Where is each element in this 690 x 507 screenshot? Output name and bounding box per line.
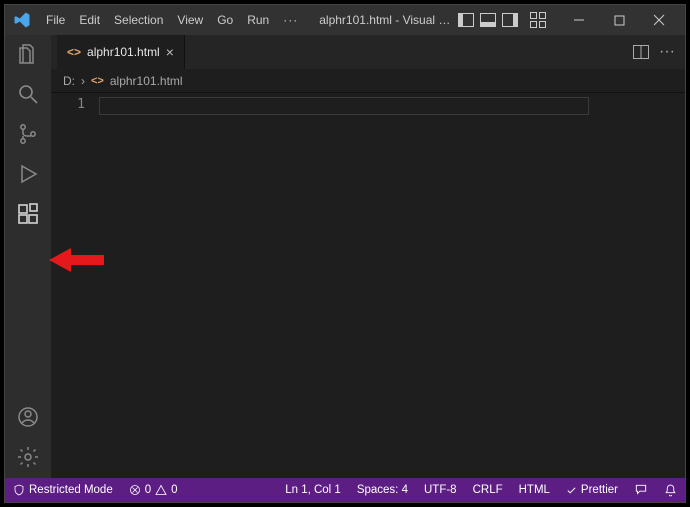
tab-bar: <> alphr101.html × ···	[51, 35, 685, 69]
tab-alphr101[interactable]: <> alphr101.html ×	[57, 35, 185, 69]
menu-file[interactable]: File	[39, 13, 72, 27]
status-feedback-icon[interactable]	[626, 483, 656, 497]
code-content[interactable]	[99, 93, 685, 478]
html-file-icon: <>	[67, 45, 81, 59]
search-icon[interactable]	[15, 81, 41, 107]
menu-edit[interactable]: Edit	[72, 13, 107, 27]
menu-selection[interactable]: Selection	[107, 13, 170, 27]
menu-view[interactable]: View	[170, 13, 210, 27]
close-button[interactable]	[639, 5, 679, 35]
minimize-button[interactable]	[559, 5, 599, 35]
run-debug-icon[interactable]	[15, 161, 41, 187]
tab-actions-more-icon[interactable]: ···	[659, 43, 675, 61]
status-notifications-icon[interactable]	[656, 484, 685, 497]
editor-line-1[interactable]	[99, 97, 589, 115]
line-number-1: 1	[51, 97, 85, 112]
status-eol[interactable]: CRLF	[465, 484, 511, 496]
breadcrumb-filename: alphr101.html	[110, 74, 183, 88]
panel-right-icon[interactable]	[501, 11, 519, 29]
menu-more[interactable]: ···	[276, 13, 305, 27]
window-controls	[559, 5, 679, 35]
code-editor[interactable]: 1	[51, 93, 685, 478]
close-tab-icon[interactable]: ×	[166, 44, 174, 60]
breadcrumb[interactable]: D: › <> alphr101.html	[51, 69, 685, 93]
customize-layout-icon[interactable]	[529, 11, 547, 29]
extensions-icon[interactable]	[15, 201, 41, 227]
tab-label: alphr101.html	[87, 45, 160, 59]
menu-run[interactable]: Run	[240, 13, 276, 27]
window-title: alphr101.html - Visual S…	[305, 13, 457, 27]
title-bar: File Edit Selection View Go Run ··· alph…	[5, 5, 685, 35]
editor-area: <> alphr101.html × ··· D: › <> alphr101.…	[51, 35, 685, 478]
line-gutter: 1	[51, 93, 99, 478]
chevron-right-icon: ›	[81, 74, 85, 88]
explorer-icon[interactable]	[15, 41, 41, 67]
menu-go[interactable]: Go	[210, 13, 240, 27]
status-restricted-mode[interactable]: Restricted Mode	[5, 484, 121, 496]
source-control-icon[interactable]	[15, 121, 41, 147]
status-language[interactable]: HTML	[511, 484, 558, 496]
maximize-button[interactable]	[599, 5, 639, 35]
layout-toggle-group	[457, 11, 519, 29]
vscode-logo-icon	[13, 11, 31, 29]
html-file-icon: <>	[91, 75, 104, 87]
breadcrumb-drive: D:	[63, 74, 75, 88]
status-line-col[interactable]: Ln 1, Col 1	[277, 484, 349, 496]
status-prettier[interactable]: Prettier	[558, 484, 626, 496]
accounts-icon[interactable]	[15, 404, 41, 430]
status-problems[interactable]: 0 0	[121, 484, 186, 496]
status-indent[interactable]: Spaces: 4	[349, 484, 416, 496]
split-editor-icon[interactable]	[633, 45, 649, 59]
panel-left-icon[interactable]	[457, 11, 475, 29]
panel-bottom-icon[interactable]	[479, 11, 497, 29]
status-encoding[interactable]: UTF-8	[416, 484, 465, 496]
status-bar: Restricted Mode 0 0 Ln 1, Col 1 Spaces: …	[5, 478, 685, 502]
settings-gear-icon[interactable]	[15, 444, 41, 470]
activity-bar	[5, 35, 51, 478]
